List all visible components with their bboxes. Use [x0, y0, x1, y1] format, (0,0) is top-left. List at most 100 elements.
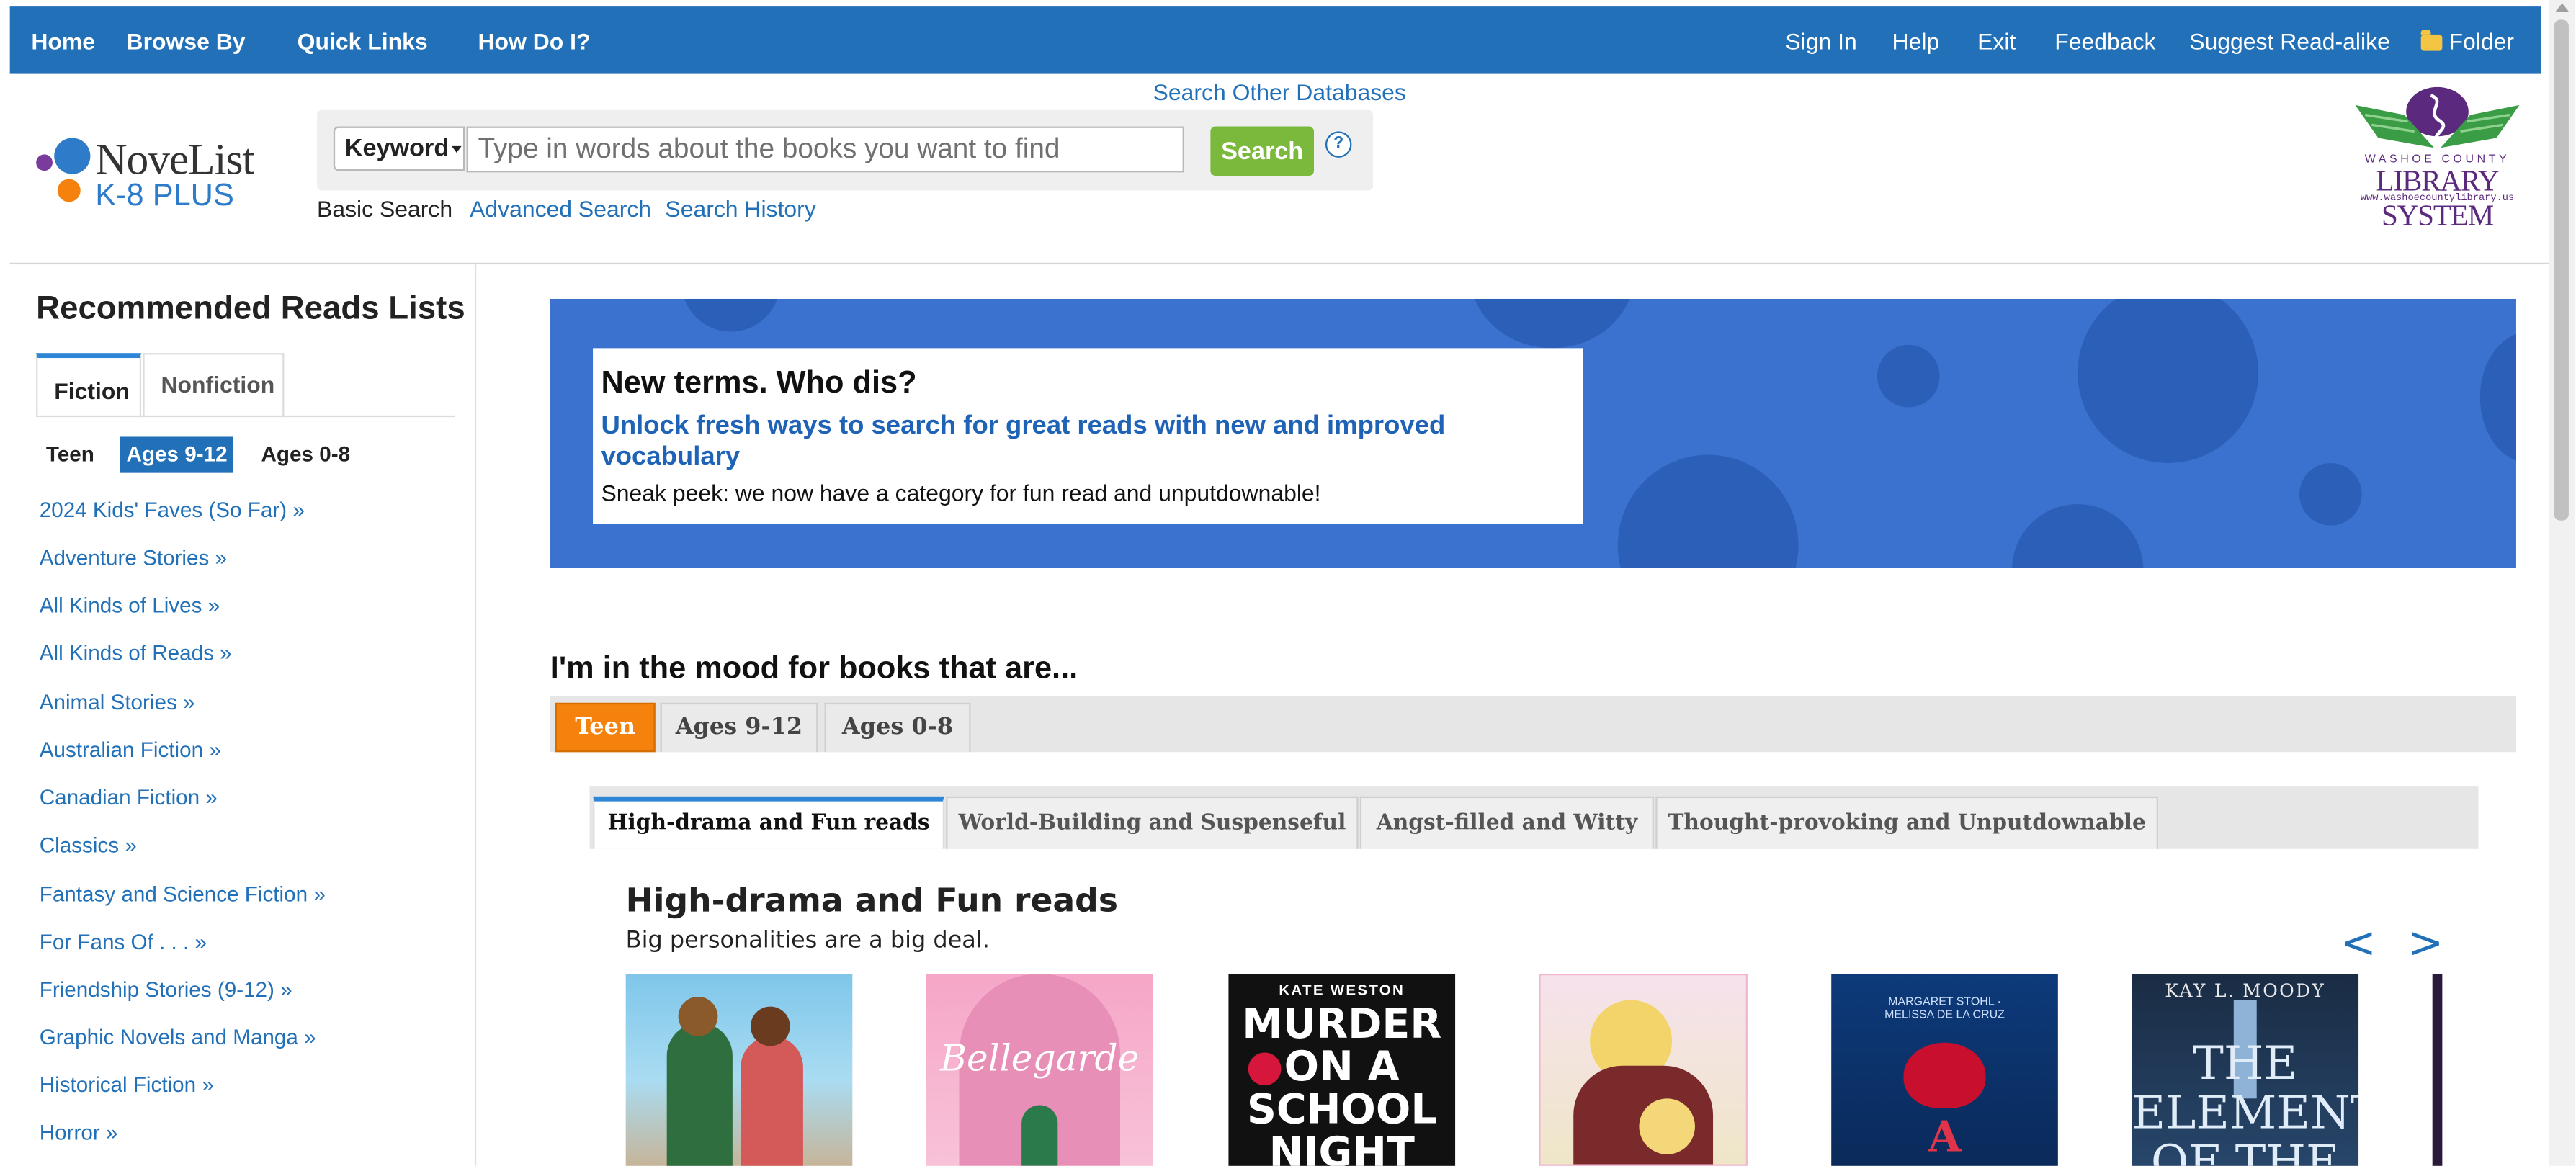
banner-bubble — [681, 298, 780, 332]
section-subtitle: Big personalities are a big deal. — [625, 928, 990, 954]
tab-nonfiction[interactable]: Nonfiction — [143, 353, 285, 418]
logo-dot-orange — [57, 179, 81, 202]
nav-browse-by[interactable]: Browse By — [127, 28, 246, 54]
caret-down-icon — [452, 145, 462, 153]
logo-sub: K-8 PLUS — [95, 179, 234, 214]
sidebar-item-adventure-stories[interactable]: Adventure Stories » — [40, 545, 227, 570]
library-book-icon — [2355, 86, 2520, 148]
novelist-logo[interactable]: NoveList K-8 PLUS — [33, 135, 296, 217]
nav-sign-in[interactable]: Sign In — [1785, 28, 1856, 54]
sidebar-age-teen[interactable]: Teen — [40, 436, 101, 472]
book-cover[interactable] — [625, 974, 853, 1166]
cover-figure — [741, 1036, 803, 1166]
book-cover[interactable]: MARGARET STOHL · MELISSA DE LA CRUZ A SE… — [1831, 974, 2058, 1166]
cover-author: KAY L. MOODY — [2165, 980, 2326, 1002]
cover-figure — [1021, 1105, 1058, 1166]
cover-splatter — [1248, 1052, 1282, 1086]
mood-tab-teen[interactable]: Teen — [555, 702, 656, 753]
sidebar-item-2024-kids-faves[interactable]: 2024 Kids' Faves (So Far) » — [40, 498, 305, 522]
nav-exit[interactable]: Exit — [1977, 28, 2016, 54]
cover-figure — [666, 1023, 733, 1166]
carousel-next-icon[interactable]: > — [2407, 920, 2443, 969]
sidebar-item-horror[interactable]: Horror » — [40, 1120, 118, 1144]
scrollbar[interactable] — [2549, 0, 2576, 1166]
sidebar-item-for-fans-of[interactable]: For Fans Of . . . » — [40, 929, 207, 954]
book-cover[interactable]: KATE WESTON MURDER ON A SCHOOL NIGHT — [1228, 974, 1456, 1166]
nav-feedback[interactable]: Feedback — [2054, 28, 2155, 54]
nav-help[interactable]: Help — [1892, 28, 1940, 54]
nav-folder[interactable]: Folder — [2420, 27, 2514, 55]
help-icon[interactable]: ? — [1325, 131, 1352, 158]
sidebar-item-all-kinds-of-lives[interactable]: All Kinds of Lives » — [40, 593, 220, 617]
tab-search-history[interactable]: Search History — [665, 195, 815, 221]
top-nav: Home Browse By Quick Links How Do I? Sig… — [9, 6, 2541, 74]
cover-title: A SECRET — [1846, 1113, 2044, 1166]
search-input[interactable] — [466, 126, 1184, 173]
search-other-databases-link[interactable]: Search Other Databases — [1153, 79, 1406, 104]
cover-figure — [678, 996, 718, 1036]
banner-bubble — [1617, 454, 1799, 568]
sidebar-item-animal-stories[interactable]: Animal Stories » — [40, 690, 195, 714]
mood-tab-ages-9-12[interactable]: Ages 9-12 — [660, 702, 818, 753]
sidebar-item-classics[interactable]: Classics » — [40, 833, 137, 857]
scroll-thumb[interactable] — [2554, 19, 2569, 521]
sidebar-item-australian-fiction[interactable]: Australian Fiction » — [40, 737, 221, 762]
promo-banner[interactable]: New terms. Who dis? Unlock fresh ways to… — [550, 298, 2516, 568]
library-logo-url: www.washoecountylibrary.us — [2360, 192, 2515, 204]
search-button[interactable]: Search — [1210, 126, 1314, 176]
banner-bubble — [2479, 331, 2516, 463]
subtab-thought-provoking[interactable]: Thought-provoking and Unputdownable — [1655, 796, 2158, 849]
nav-suggest-read-alike[interactable]: Suggest Read-alike — [2189, 28, 2390, 54]
cover-title: THE ELEMENTS OF THE — [2132, 1036, 2358, 1166]
book-cover[interactable]: Bellegarde — [926, 974, 1153, 1166]
cover-figure — [750, 1006, 790, 1046]
header-divider — [9, 262, 2549, 265]
banner-bubble — [1877, 344, 1940, 408]
banner-bubble — [2078, 298, 2258, 463]
cover-rose — [1903, 1042, 1986, 1108]
search-box: Keyword Search ? — [317, 109, 1374, 191]
sidebar-item-canadian-fiction[interactable]: Canadian Fiction » — [40, 785, 218, 810]
cover-figure — [1639, 1098, 1695, 1154]
sidebar-age-9-12[interactable]: Ages 9-12 — [120, 436, 234, 473]
book-cover[interactable]: KAY L. MOODY THE ELEMENTS OF THE — [2132, 974, 2359, 1166]
sidebar-item-friendship-stories[interactable]: Friendship Stories (9-12) » — [40, 977, 292, 1002]
nav-folder-label: Folder — [2448, 27, 2514, 55]
mood-title: I'm in the mood for books that are... — [550, 652, 1078, 687]
sidebar-age-0-8[interactable]: Ages 0-8 — [254, 436, 357, 472]
cover-title: Bellegarde — [940, 1039, 1140, 1081]
cover-author: MARGARET STOHL · MELISSA DE LA CRUZ — [1884, 996, 2005, 1022]
sidebar-item-fantasy-sci-fi[interactable]: Fantasy and Science Fiction » — [40, 882, 326, 906]
subtab-high-drama[interactable]: High-drama and Fun reads — [593, 796, 944, 849]
logo-dot-blue — [54, 138, 91, 174]
sidebar-item-graphic-novels[interactable]: Graphic Novels and Manga » — [40, 1025, 316, 1049]
nav-how-do-i[interactable]: How Do I? — [478, 28, 590, 54]
subtab-angst-filled[interactable]: Angst-filled and Witty — [1359, 796, 1654, 849]
mood-tab-ages-0-8[interactable]: Ages 0-8 — [824, 702, 971, 753]
sidebar-title: Recommended Reads Lists — [36, 290, 465, 327]
tab-basic-search[interactable]: Basic Search — [317, 195, 452, 221]
banner-card: New terms. Who dis? Unlock fresh ways to… — [593, 348, 1583, 524]
subtab-world-building[interactable]: World-Building and Suspenseful — [946, 796, 1359, 849]
section-title: High-drama and Fun reads — [625, 880, 1118, 920]
library-logo[interactable]: WASHOE COUNTY LIBRARY SYSTEM www.washoec… — [2333, 86, 2543, 231]
nav-home[interactable]: Home — [31, 28, 95, 54]
cover-author: KATE WESTON — [1279, 982, 1405, 999]
tab-underline — [36, 415, 455, 418]
book-cover[interactable] — [1539, 974, 1748, 1166]
banner-link[interactable]: Unlock fresh ways to search for great re… — [601, 411, 1521, 473]
sidebar-item-all-kinds-of-reads[interactable]: All Kinds of Reads » — [40, 640, 232, 665]
logo-dot-purple — [36, 154, 53, 171]
tab-fiction[interactable]: Fiction — [36, 353, 142, 418]
scroll-up-arrow-icon[interactable] — [2555, 3, 2569, 12]
nav-quick-links[interactable]: Quick Links — [298, 28, 428, 54]
sidebar-item-historical-fiction[interactable]: Historical Fiction » — [40, 1072, 214, 1097]
book-cover-partial[interactable] — [2432, 974, 2443, 1166]
tab-advanced-search[interactable]: Advanced Search — [470, 195, 651, 221]
banner-bubble — [1470, 298, 1634, 349]
banner-bubble — [2299, 462, 2362, 526]
carousel-prev-icon[interactable]: < — [2340, 920, 2376, 969]
banner-bubble — [2012, 503, 2144, 568]
search-field-select[interactable]: Keyword — [333, 126, 465, 171]
folder-icon — [2420, 30, 2443, 51]
